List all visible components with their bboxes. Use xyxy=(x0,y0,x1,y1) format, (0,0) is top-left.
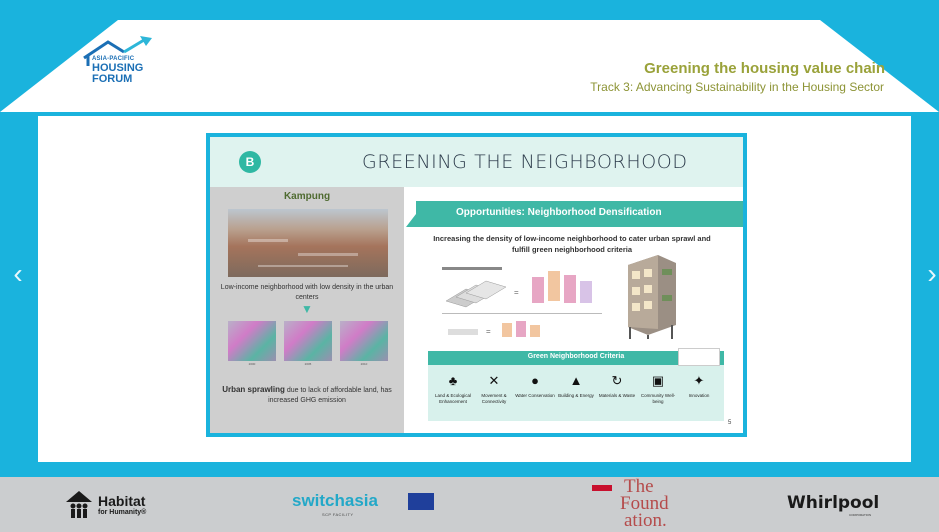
sponsor-footer: Habitat for Humanity® switchasia SCP FAC… xyxy=(0,477,939,532)
switchasia-sub: SCP FACILITY xyxy=(322,512,354,517)
forum-logo: ASIA-PACIFIC HOUSING FORUM xyxy=(74,36,184,96)
eu-flag-icon xyxy=(408,493,434,510)
water-icon: ● xyxy=(531,373,539,388)
criteria-item: ✦ Innovation xyxy=(682,369,716,419)
opportunities-title: Opportunities: Neighborhood Densificatio… xyxy=(456,207,662,218)
slide-title: GREENING THE NEIGHBORHOOD xyxy=(362,151,688,173)
hilti-foundation-logo: The Found ation. xyxy=(586,477,669,532)
switchasia-name: switchasia xyxy=(292,491,378,510)
density-blocks-graphic: = = xyxy=(442,267,602,337)
sprawl-map-thumbnails: 2000 2005 2010 xyxy=(228,321,388,369)
opportunities-banner: Opportunities: Neighborhood Densificatio… xyxy=(406,201,743,227)
criteria-label: Materials & Waste xyxy=(598,393,636,398)
presentation-slide: B GREENING THE NEIGHBORHOOD Kampung Low-… xyxy=(206,133,747,437)
criteria-label: Building & Energy xyxy=(558,393,594,398)
habitat-logo: Habitat for Humanity® xyxy=(64,477,174,532)
criteria-label: Land & Ecological Enhancement xyxy=(434,393,472,404)
vertical-housing-render xyxy=(618,255,682,339)
lightbulb-icon: ✦ xyxy=(693,373,705,388)
densification-diagram: = = xyxy=(442,261,602,343)
urban-sprawl-caption: Urban sprawling due to lack of affordabl… xyxy=(216,385,398,406)
criteria-item: ▲ Building & Energy xyxy=(558,369,594,419)
kampung-panel: Kampung Low-income neighborhood with low… xyxy=(210,187,404,433)
criteria-label: Movement & Connectivity xyxy=(481,393,507,404)
sprawl-map-2000 xyxy=(228,321,276,361)
svg-text:=: = xyxy=(486,327,491,336)
criteria-item: ✕ Movement & Connectivity xyxy=(477,369,511,419)
criteria-item: ▣ Community Well-being xyxy=(641,369,675,419)
page-subtitle: Track 3: Advancing Sustainability in the… xyxy=(590,80,884,94)
section-badge: B xyxy=(239,151,261,173)
habitat-sub: for Humanity® xyxy=(98,509,147,516)
habitat-house-icon xyxy=(66,491,92,518)
tree-icon: ♣ xyxy=(448,373,458,388)
svg-text:=: = xyxy=(514,288,519,297)
whirlpool-logo: Whirlpool CORPORATION xyxy=(787,477,887,532)
thumb-label: 2010 xyxy=(360,362,368,366)
foundation-line3: ation. xyxy=(624,510,667,531)
page-title: Greening the housing value chain xyxy=(644,60,885,77)
habitat-name: Habitat xyxy=(98,493,146,509)
caption-bold: Urban sprawling xyxy=(222,385,285,394)
green-criteria-panel: Green Neighborhood Criteria ♣ Land & Eco… xyxy=(428,348,724,421)
densification-intro: Increasing the density of low-income nei… xyxy=(433,234,711,254)
slide-header: B GREENING THE NEIGHBORHOOD xyxy=(210,137,743,187)
switchasia-logo: switchasia SCP FACILITY xyxy=(292,477,442,532)
sprawl-map-2010 xyxy=(340,321,388,361)
criteria-logo xyxy=(678,348,720,366)
community-icon: ▣ xyxy=(651,373,665,388)
next-slide-chevron-icon[interactable]: › xyxy=(922,258,939,290)
criteria-label: Water Conservation xyxy=(515,393,555,398)
whirlpool-sub: CORPORATION xyxy=(849,513,872,517)
arrows-icon: ✕ xyxy=(488,373,500,388)
building-graphic xyxy=(628,255,676,339)
header-banner: ASIA-PACIFIC HOUSING FORUM Greening the … xyxy=(0,0,939,112)
thumb-label: 2000 xyxy=(248,362,256,366)
criteria-label: Innovation xyxy=(688,393,710,398)
thumb-label: 2005 xyxy=(304,362,312,366)
kampung-caption: Low-income neighborhood with low density… xyxy=(220,284,394,301)
sprawl-map-2005 xyxy=(284,321,332,361)
kampung-aerial-photo xyxy=(228,209,388,277)
criteria-label: Community Well-being xyxy=(640,393,676,404)
logo-line3: FORUM xyxy=(92,73,133,85)
previous-slide-chevron-icon[interactable]: ‹ xyxy=(8,258,28,290)
building-icon: ▲ xyxy=(569,373,583,388)
hilti-mark-icon xyxy=(592,485,612,491)
criteria-item: ♣ Land & Ecological Enhancement xyxy=(435,369,471,419)
recycle-icon: ↻ xyxy=(611,373,623,388)
slide-page-number: 5 xyxy=(728,420,732,426)
chevron-down-icon: ▼ xyxy=(301,302,313,316)
whirlpool-name: Whirlpool xyxy=(787,493,880,513)
criteria-item: ↻ Materials & Waste xyxy=(599,369,635,419)
kampung-heading: Kampung xyxy=(283,191,331,202)
caption-rest: due to lack of affordable land, has incr… xyxy=(268,387,392,404)
criteria-item: ● Water Conservation xyxy=(515,369,555,419)
